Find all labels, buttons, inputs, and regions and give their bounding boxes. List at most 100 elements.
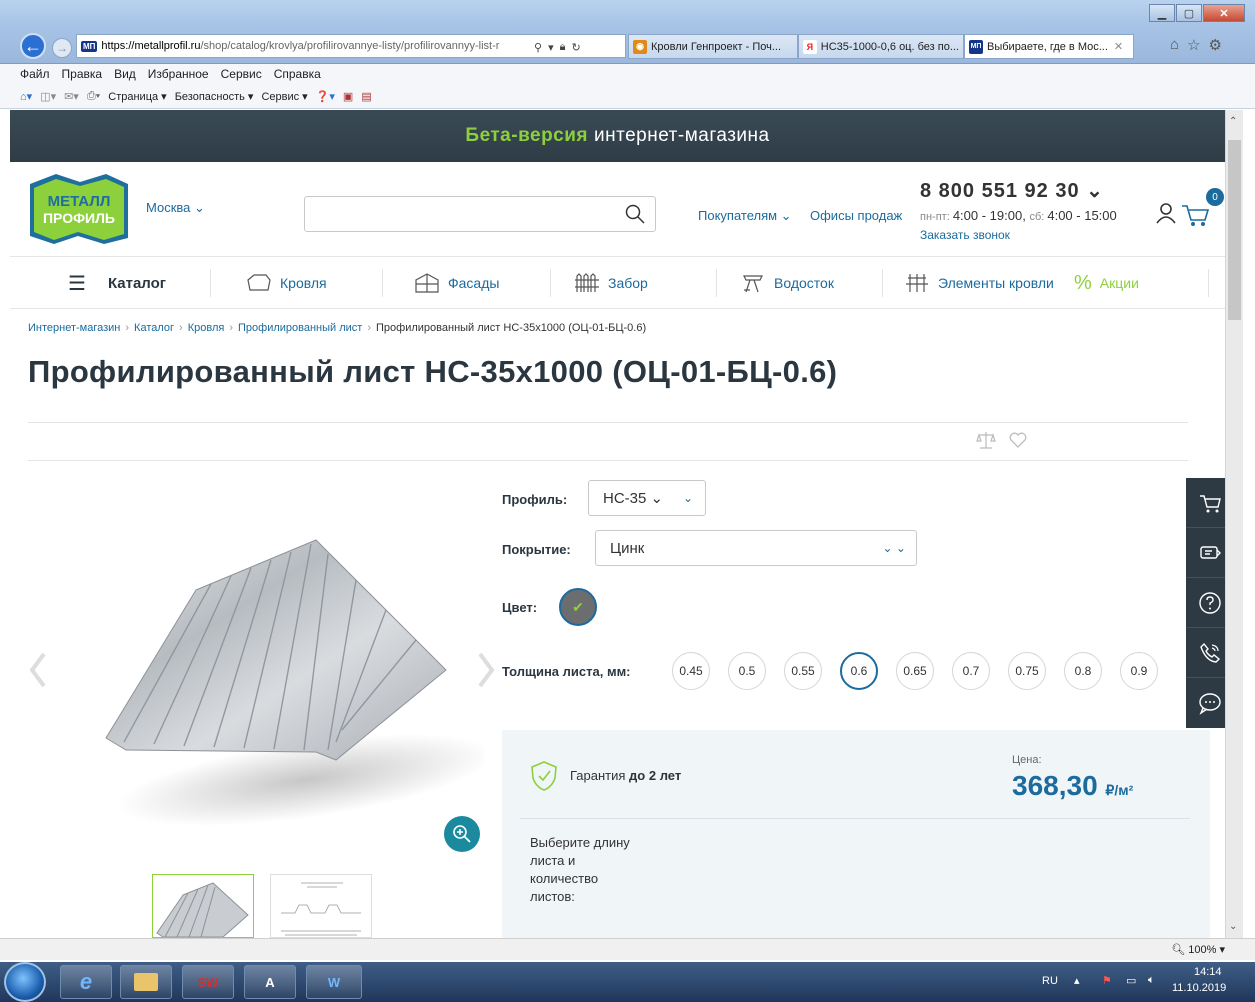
taskbar-explorer-icon[interactable] bbox=[120, 965, 172, 999]
menu-tools[interactable]: Сервис bbox=[221, 67, 262, 81]
zoom-level[interactable]: 🔍︎ 100% ▾ bbox=[1171, 943, 1225, 956]
page-menu[interactable]: Страница ▾ bbox=[108, 90, 166, 103]
start-button[interactable] bbox=[4, 962, 46, 1002]
color-swatch-zinc[interactable]: ✔ bbox=[559, 588, 597, 626]
prev-image-arrow-icon[interactable] bbox=[28, 650, 48, 690]
minimize-button[interactable]: ▁ bbox=[1149, 4, 1175, 22]
cart-icon bbox=[1200, 494, 1221, 512]
forward-button[interactable]: → bbox=[52, 38, 72, 58]
page-scrollbar[interactable]: ⌃ ⌄ bbox=[1225, 110, 1243, 938]
nav-label: Элементы кровли bbox=[938, 275, 1054, 291]
thickness-option[interactable]: 0.6 bbox=[840, 652, 878, 690]
cart-icon[interactable] bbox=[1180, 200, 1210, 228]
nav-drain[interactable]: Водосток bbox=[740, 257, 834, 309]
user-icon[interactable] bbox=[1156, 202, 1176, 224]
metallprofil-logo[interactable]: МЕТАЛЛ ПРОФИЛЬ bbox=[28, 174, 130, 244]
search-input[interactable] bbox=[304, 196, 656, 232]
menu-edit[interactable]: Правка bbox=[62, 67, 103, 81]
home-icon[interactable]: ⌂ bbox=[1170, 36, 1179, 54]
taskbar-app-icon[interactable]: A bbox=[244, 965, 296, 999]
favorites-star-icon[interactable]: ☆ bbox=[1187, 36, 1200, 54]
close-tab-icon[interactable]: ✕ bbox=[1114, 40, 1123, 53]
menu-favorites[interactable]: Избранное bbox=[148, 67, 209, 81]
flag-icon[interactable]: ⚑ bbox=[1102, 974, 1112, 987]
side-chat-button[interactable] bbox=[1186, 678, 1225, 728]
thickness-option[interactable]: 0.45 bbox=[672, 652, 710, 690]
refresh-icon[interactable]: ↻ bbox=[571, 41, 580, 54]
home-icon[interactable]: ⌂▾ bbox=[20, 90, 32, 103]
menu-file[interactable]: Файл bbox=[20, 67, 50, 81]
taskbar-ie-icon[interactable]: e bbox=[60, 965, 112, 999]
compare-scale-icon[interactable] bbox=[976, 430, 996, 450]
city-selector[interactable]: Москва ⌄ bbox=[146, 200, 205, 216]
thickness-option[interactable]: 0.7 bbox=[952, 652, 990, 690]
scroll-up-icon[interactable]: ⌃ bbox=[1229, 116, 1237, 127]
side-call-button[interactable] bbox=[1186, 628, 1225, 678]
menu-help[interactable]: Справка bbox=[274, 67, 321, 81]
research-icon[interactable]: ▣ bbox=[343, 90, 353, 103]
zoom-image-button[interactable] bbox=[444, 816, 480, 852]
roof-icon bbox=[247, 274, 271, 291]
profile-select[interactable]: НС-35 ⌄ ⌄ bbox=[588, 480, 706, 516]
thickness-option[interactable]: 0.65 bbox=[896, 652, 934, 690]
catalog-menu[interactable]: ☰ Каталог bbox=[68, 257, 166, 309]
nav-roof[interactable]: Кровля bbox=[246, 257, 327, 309]
back-button[interactable]: ← bbox=[20, 33, 46, 59]
product-image[interactable] bbox=[66, 480, 495, 862]
taskbar-word-icon[interactable]: W bbox=[306, 965, 362, 999]
dropdown-icon[interactable]: ▾ bbox=[548, 41, 554, 54]
maximize-button[interactable]: ▢ bbox=[1176, 4, 1202, 22]
search-icon[interactable] bbox=[625, 204, 645, 224]
side-delivery-button[interactable] bbox=[1186, 528, 1225, 578]
thickness-option[interactable]: 0.5 bbox=[728, 652, 766, 690]
menu-view[interactable]: Вид bbox=[114, 67, 136, 81]
thickness-option[interactable]: 0.55 bbox=[784, 652, 822, 690]
tools-menu[interactable]: Сервис ▾ bbox=[261, 90, 307, 103]
clock-date[interactable]: 11.10.2019 bbox=[1172, 982, 1226, 994]
breadcrumb-link[interactable]: Интернет-магазин bbox=[28, 322, 120, 334]
product-thumbnail[interactable] bbox=[152, 874, 254, 938]
gear-icon[interactable]: ⚙ bbox=[1209, 36, 1222, 54]
thickness-option[interactable]: 0.8 bbox=[1064, 652, 1102, 690]
favorite-heart-icon[interactable] bbox=[1008, 430, 1028, 450]
tab-2[interactable]: Я НС35-1000-0,6 оц. без по... bbox=[798, 34, 964, 59]
choose-length-text: Выберите длину листа и количество листов… bbox=[530, 835, 630, 904]
drawing-thumbnail[interactable] bbox=[270, 874, 372, 938]
search-icon[interactable]: ⚲ bbox=[534, 41, 542, 54]
taskbar-solidworks-icon[interactable]: SW bbox=[182, 965, 234, 999]
breadcrumb-link[interactable]: Профилированный лист bbox=[238, 322, 362, 334]
language-indicator[interactable]: RU bbox=[1042, 975, 1058, 987]
tray-expand-icon[interactable]: ▴ bbox=[1074, 974, 1080, 987]
callback-link[interactable]: Заказать звонок bbox=[920, 228, 1010, 242]
breadcrumb-link[interactable]: Кровля bbox=[188, 322, 225, 334]
safety-menu[interactable]: Безопасность ▾ bbox=[175, 90, 254, 103]
thickness-option[interactable]: 0.75 bbox=[1008, 652, 1046, 690]
close-window-button[interactable]: ✕ bbox=[1203, 4, 1245, 22]
mail-icon[interactable]: ✉▾ bbox=[64, 90, 79, 103]
tab-3-active[interactable]: МП Выбираете, где в Мос... ✕ bbox=[964, 34, 1134, 59]
nav-roof-elements[interactable]: Элементы кровли bbox=[904, 257, 1054, 309]
nav-facades[interactable]: Фасады bbox=[414, 257, 499, 309]
clock-time[interactable]: 14:14 bbox=[1194, 966, 1222, 978]
nav-fence[interactable]: Забор bbox=[574, 257, 648, 309]
print-icon[interactable]: ⎙▾ bbox=[87, 90, 100, 103]
volume-icon[interactable]: 🔈︎ bbox=[1148, 974, 1155, 987]
buyers-menu[interactable]: Покупателям ⌄ bbox=[698, 208, 792, 224]
offices-link[interactable]: Офисы продаж bbox=[810, 208, 902, 223]
feeds-icon[interactable]: ◫▾ bbox=[40, 90, 56, 103]
side-help-button[interactable] bbox=[1186, 578, 1225, 628]
nav-promo[interactable]: % Акции bbox=[1074, 257, 1139, 309]
translate-icon[interactable]: ▤ bbox=[361, 90, 371, 103]
status-bar: 🔍︎ 100% ▾ bbox=[0, 938, 1255, 960]
side-cart-button[interactable] bbox=[1186, 478, 1225, 528]
network-icon[interactable]: ▭ bbox=[1126, 974, 1136, 987]
thickness-option[interactable]: 0.9 bbox=[1120, 652, 1158, 690]
next-image-arrow-icon[interactable] bbox=[476, 650, 496, 690]
help-icon[interactable]: ❓▾ bbox=[316, 90, 335, 103]
breadcrumb-link[interactable]: Каталог bbox=[134, 322, 174, 334]
coating-select[interactable]: Цинк ⌄ ⌄ bbox=[595, 530, 917, 566]
scroll-thumb[interactable] bbox=[1228, 140, 1241, 320]
scroll-down-icon[interactable]: ⌄ bbox=[1229, 921, 1237, 932]
tab-1[interactable]: ◉ Кровли Генпроект - Поч... bbox=[628, 34, 798, 59]
phone-number[interactable]: 8 800 551 92 30 ⌄ bbox=[920, 178, 1104, 203]
